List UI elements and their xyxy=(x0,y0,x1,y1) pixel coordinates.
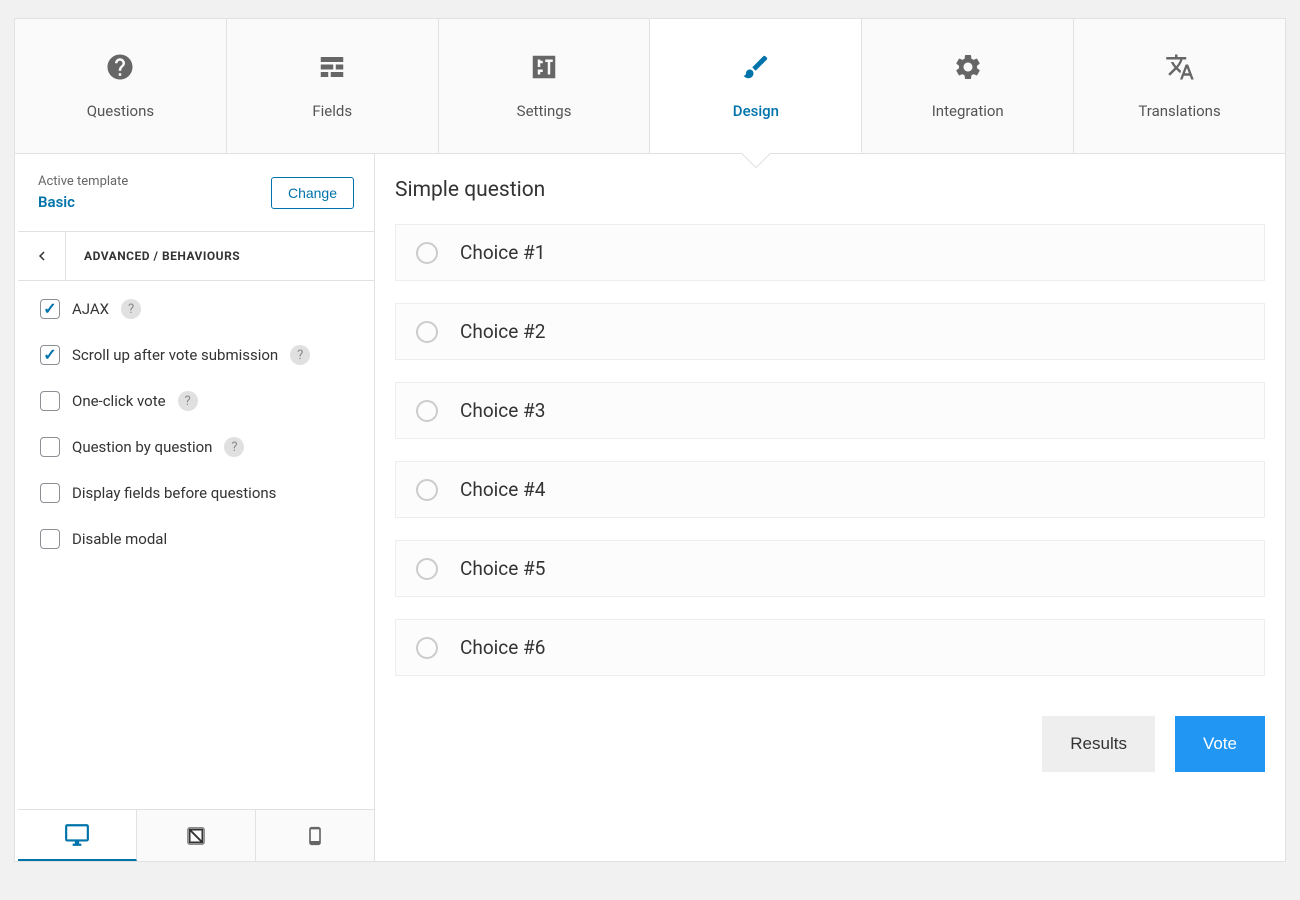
checkbox[interactable] xyxy=(40,391,60,411)
tablet-icon xyxy=(185,825,207,847)
tab-design[interactable]: Design xyxy=(650,19,862,153)
brush-icon xyxy=(741,52,771,82)
section-header: ADVANCED / BEHAVIOURS xyxy=(18,231,374,281)
help-icon[interactable]: ? xyxy=(178,391,198,411)
tab-label: Questions xyxy=(87,102,154,120)
desktop-icon xyxy=(64,822,90,848)
device-tablet[interactable] xyxy=(137,810,256,861)
mobile-icon xyxy=(305,824,325,848)
option-label: Display fields before questions xyxy=(72,484,276,502)
change-template-button[interactable]: Change xyxy=(271,177,354,209)
radio-input[interactable] xyxy=(416,321,438,343)
choice-item[interactable]: Choice #1 xyxy=(395,224,1265,281)
tab-label: Fields xyxy=(312,102,352,120)
active-template-label: Active template xyxy=(38,174,128,189)
tab-label: Integration xyxy=(932,102,1004,120)
tab-integration[interactable]: Integration xyxy=(862,19,1074,153)
option-question-by-question: Question by question ? xyxy=(40,437,352,457)
tab-label: Settings xyxy=(517,102,572,120)
actions: Results Vote xyxy=(395,716,1265,772)
options-list: AJAX ? Scroll up after vote submission ?… xyxy=(18,281,374,567)
option-fields-before: Display fields before questions xyxy=(40,483,352,503)
help-icon[interactable]: ? xyxy=(290,345,310,365)
option-scroll-up: Scroll up after vote submission ? xyxy=(40,345,352,365)
help-icon[interactable]: ? xyxy=(224,437,244,457)
preview-area: Simple question Choice #1 Choice #2 Choi… xyxy=(375,154,1285,861)
option-one-click: One-click vote ? xyxy=(40,391,352,411)
checkbox[interactable] xyxy=(40,299,60,319)
sliders-icon xyxy=(529,52,559,82)
checkbox[interactable] xyxy=(40,483,60,503)
choice-label: Choice #1 xyxy=(460,241,545,264)
choice-item[interactable]: Choice #5 xyxy=(395,540,1265,597)
choice-label: Choice #6 xyxy=(460,636,545,659)
content-area: Active template Basic Change ADVANCED / … xyxy=(15,153,1285,861)
radio-input[interactable] xyxy=(416,558,438,580)
choice-label: Choice #3 xyxy=(460,399,545,422)
option-label: Question by question xyxy=(72,438,212,456)
tab-questions[interactable]: Questions xyxy=(15,19,227,153)
results-button[interactable]: Results xyxy=(1042,716,1155,772)
sidebar: Active template Basic Change ADVANCED / … xyxy=(15,154,375,861)
choice-item[interactable]: Choice #6 xyxy=(395,619,1265,676)
vote-button[interactable]: Vote xyxy=(1175,716,1265,772)
choice-item[interactable]: Choice #2 xyxy=(395,303,1265,360)
radio-input[interactable] xyxy=(416,400,438,422)
template-info: Active template Basic xyxy=(38,174,128,211)
tab-fields[interactable]: Fields xyxy=(227,19,439,153)
spacer xyxy=(18,567,374,809)
template-box: Active template Basic Change xyxy=(18,154,374,231)
device-bar xyxy=(18,809,374,861)
chevron-left-icon xyxy=(33,247,51,265)
choice-label: Choice #5 xyxy=(460,557,545,580)
radio-input[interactable] xyxy=(416,242,438,264)
question-icon xyxy=(105,52,135,82)
tab-settings[interactable]: Settings xyxy=(439,19,651,153)
gear-icon xyxy=(953,52,983,82)
choice-label: Choice #4 xyxy=(460,478,545,501)
checkbox[interactable] xyxy=(40,345,60,365)
option-label: AJAX xyxy=(72,300,109,318)
translate-icon xyxy=(1165,52,1195,82)
template-name: Basic xyxy=(38,193,128,211)
section-title: ADVANCED / BEHAVIOURS xyxy=(66,249,240,263)
tab-label: Design xyxy=(733,102,779,120)
option-label: Scroll up after vote submission xyxy=(72,346,278,364)
tab-translations[interactable]: Translations xyxy=(1074,19,1285,153)
tab-label: Translations xyxy=(1138,102,1220,120)
option-label: Disable modal xyxy=(72,530,167,548)
choice-label: Choice #2 xyxy=(460,320,545,343)
choice-item[interactable]: Choice #3 xyxy=(395,382,1265,439)
option-label: One-click vote xyxy=(72,392,166,410)
device-mobile[interactable] xyxy=(256,810,374,861)
radio-input[interactable] xyxy=(416,637,438,659)
top-tabs: Questions Fields Settings Design Integra… xyxy=(15,19,1285,153)
checkbox[interactable] xyxy=(40,529,60,549)
editor-panel: Questions Fields Settings Design Integra… xyxy=(14,18,1286,862)
help-icon[interactable]: ? xyxy=(121,299,141,319)
radio-input[interactable] xyxy=(416,479,438,501)
fields-icon xyxy=(317,52,347,82)
option-disable-modal: Disable modal xyxy=(40,529,352,549)
choice-item[interactable]: Choice #4 xyxy=(395,461,1265,518)
back-button[interactable] xyxy=(18,232,66,280)
question-title: Simple question xyxy=(395,178,1265,202)
device-desktop[interactable] xyxy=(18,810,137,861)
checkbox[interactable] xyxy=(40,437,60,457)
option-ajax: AJAX ? xyxy=(40,299,352,319)
choices-list: Choice #1 Choice #2 Choice #3 Choice #4 … xyxy=(395,224,1265,676)
